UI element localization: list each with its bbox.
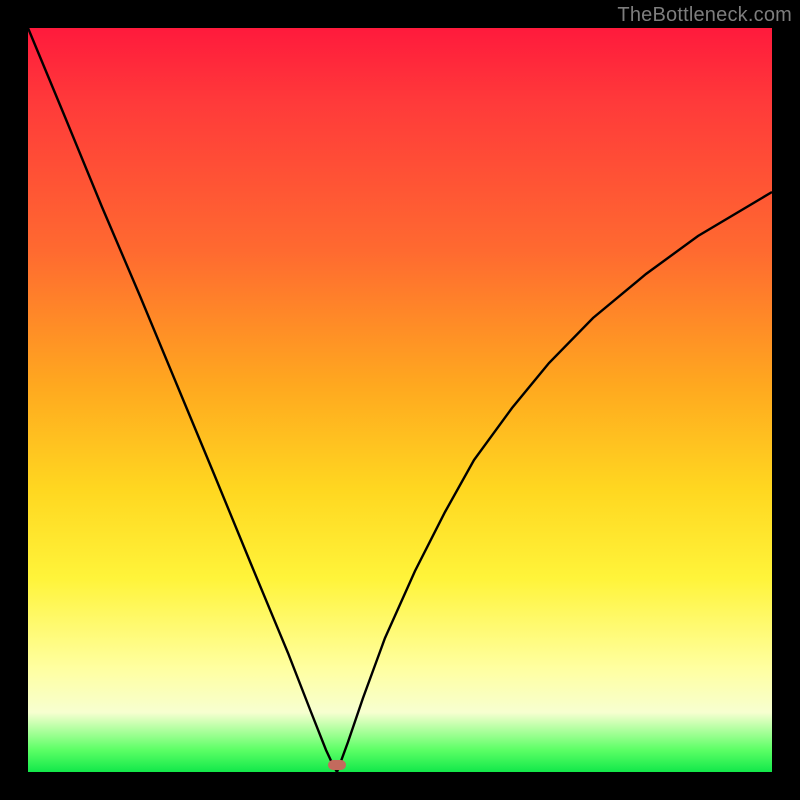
plot-area xyxy=(28,28,772,772)
watermark-text: TheBottleneck.com xyxy=(617,4,792,27)
min-marker xyxy=(328,760,346,770)
curve-path xyxy=(28,28,772,772)
bottleneck-curve xyxy=(28,28,772,772)
chart-frame: TheBottleneck.com xyxy=(0,0,800,800)
